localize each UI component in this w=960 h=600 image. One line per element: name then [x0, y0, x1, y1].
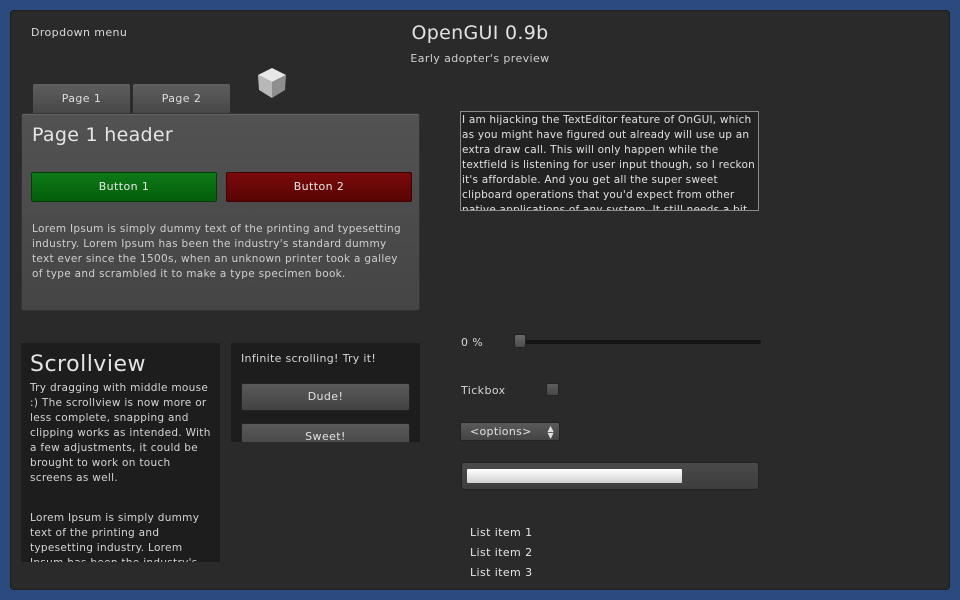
progress-fill [467, 469, 682, 483]
chevron-up-down-icon: ▲ ▼ [547, 424, 554, 440]
scrollview-title: Scrollview [30, 352, 146, 377]
cube-icon [258, 68, 286, 98]
text-editor[interactable]: I am hijacking the TextEditor feature of… [460, 111, 759, 211]
slider-track[interactable] [514, 340, 761, 344]
button-1[interactable]: Button 1 [31, 172, 217, 202]
sweet-button[interactable]: Sweet! [241, 423, 410, 442]
scrollview[interactable]: Scrollview Try dragging with middle mous… [21, 343, 220, 562]
page-1-panel: Page 1 header Button 1 Button 2 Lorem Ip… [21, 113, 420, 311]
list-item[interactable]: List item 3 [470, 566, 532, 579]
infinite-scroll-label: Infinite scrolling! Try it! [241, 352, 377, 365]
app-window: Dropdown menu OpenGUI 0.9b Early adopter… [10, 10, 950, 590]
tab-page-1[interactable]: Page 1 [32, 83, 131, 114]
progress-bar [461, 462, 759, 490]
page-title: OpenGUI 0.9b [411, 22, 549, 44]
tickbox-label: Tickbox [461, 384, 506, 397]
options-selected-value: <options> [470, 425, 532, 438]
options-select[interactable]: <options> ▲ ▼ [460, 422, 560, 441]
scrollview-text: Try dragging with middle mouse :) The sc… [30, 382, 211, 484]
infinite-scroll-panel[interactable]: Infinite scrolling! Try it! Dude! Sweet! [231, 343, 420, 442]
list-item[interactable]: List item 2 [470, 546, 532, 559]
button-2[interactable]: Button 2 [226, 172, 412, 202]
dude-button[interactable]: Dude! [241, 383, 410, 411]
tickbox[interactable] [546, 383, 559, 396]
page-subtitle: Early adopter's preview [410, 52, 550, 65]
slider-thumb[interactable] [514, 334, 526, 348]
scrollview-text: Lorem Ipsum is simply dummy text of the … [30, 512, 200, 562]
tab-page-2[interactable]: Page 2 [132, 83, 231, 114]
list-item[interactable]: List item 1 [470, 526, 532, 539]
page-body-text: Lorem Ipsum is simply dummy text of the … [32, 223, 401, 280]
slider-value-label: 0 % [461, 336, 484, 349]
page-header: Page 1 header [32, 124, 174, 146]
